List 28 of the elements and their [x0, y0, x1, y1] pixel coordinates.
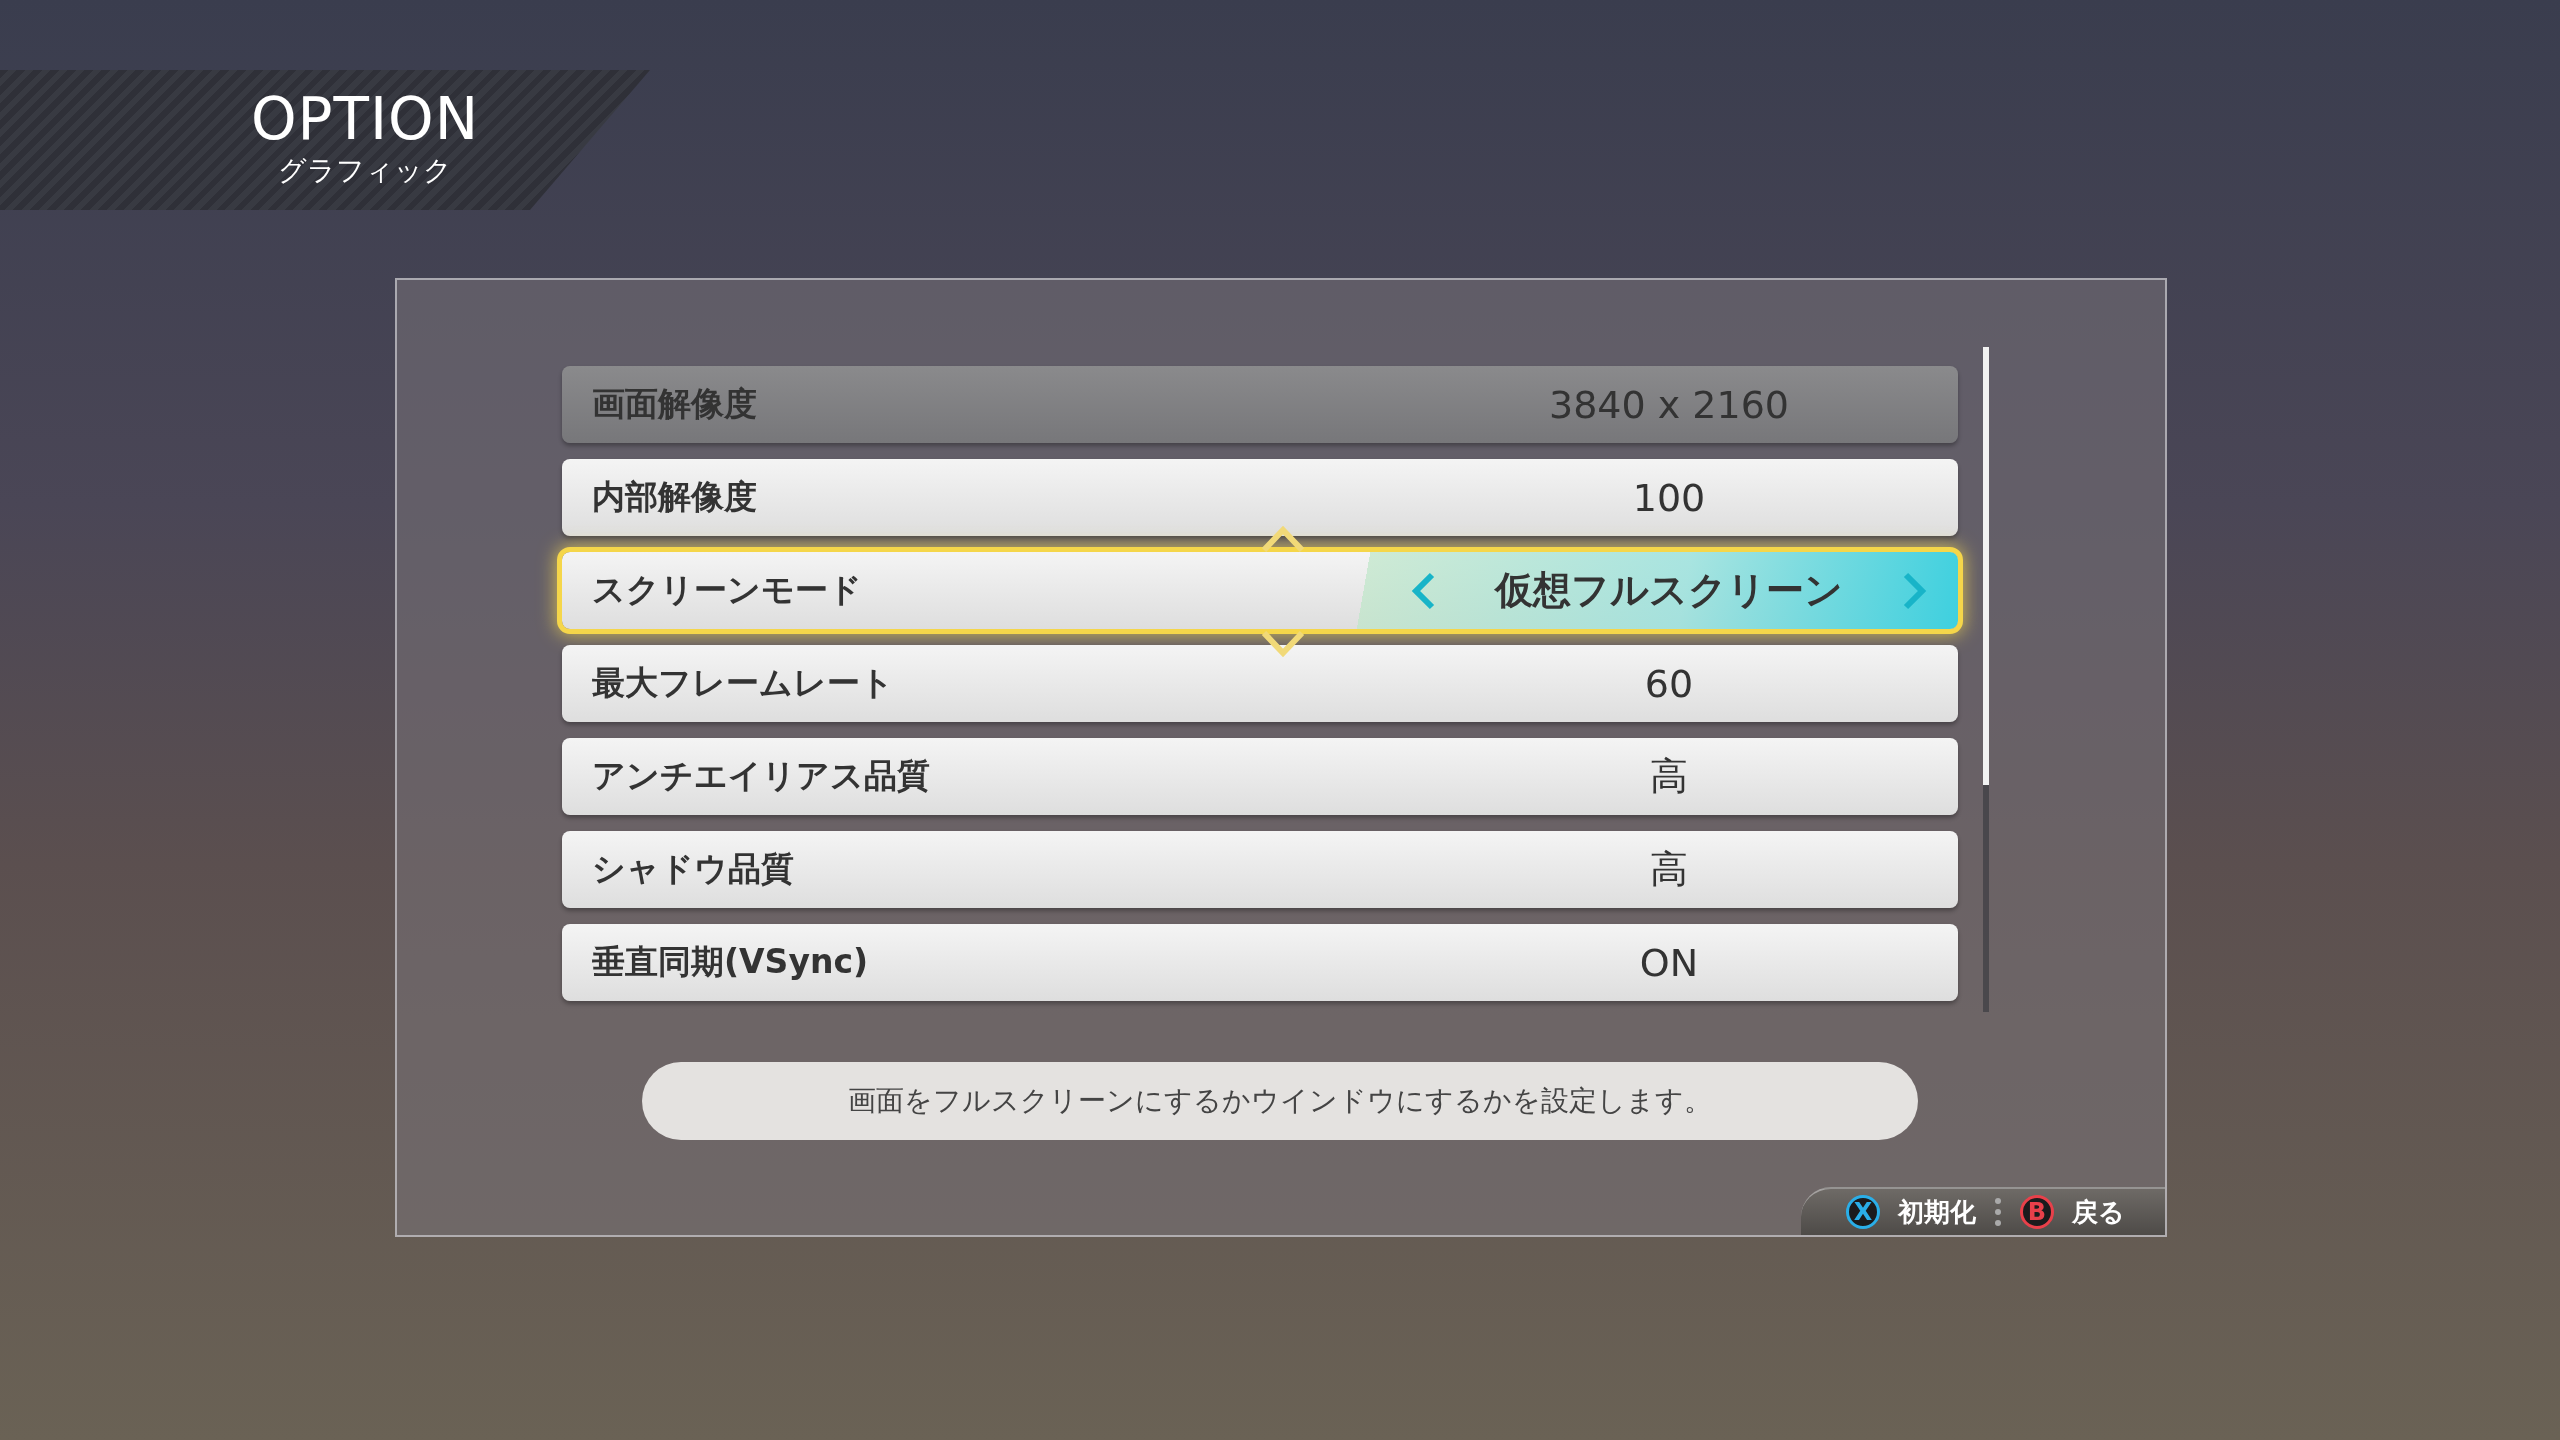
setting-row[interactable]: シャドウ品質 高: [562, 831, 1958, 908]
setting-value: 仮想フルスクリーン: [1493, 567, 1844, 614]
setting-label: シャドウ品質: [591, 848, 795, 890]
setting-value: 100: [1631, 475, 1707, 520]
setting-row[interactable]: 最大フレームレート 60: [562, 645, 1958, 722]
controller-key-button[interactable]: X: [1846, 1195, 1880, 1229]
setting-label: 最大フレームレート: [591, 662, 895, 704]
setting-label: アンチエイリアス品質: [591, 755, 931, 797]
setting-label: 内部解像度: [591, 476, 758, 518]
setting-value: 60: [1643, 661, 1695, 706]
footer-label: 初期化: [1898, 1195, 1976, 1229]
page-subtitle: グラフィック: [278, 153, 452, 189]
setting-row[interactable]: 垂直同期(VSync) ON: [562, 924, 1958, 1001]
setting-label: 垂直同期(VSync): [591, 941, 870, 983]
page-title: OPTION: [250, 90, 480, 148]
separator-icon: [1994, 1197, 2002, 1227]
setting-label: スクリーンモード: [591, 569, 863, 611]
setting-row[interactable]: アンチエイリアス品質 高: [562, 738, 1958, 815]
controller-key-button[interactable]: B: [2020, 1195, 2054, 1229]
setting-value: 3840 x 2160: [1547, 382, 1791, 427]
setting-value: ON: [1638, 940, 1700, 985]
setting-label: 画面解像度: [591, 383, 758, 425]
description-text: 画面をフルスクリーンにするかウインドウにするかを設定します。: [642, 1062, 1918, 1140]
footer-label: 戻る: [2072, 1195, 2125, 1229]
setting-row[interactable]: 内部解像度 100: [562, 459, 1958, 536]
setting-value: 高: [1649, 846, 1689, 893]
setting-value: 高: [1649, 753, 1689, 800]
scrollbar-thumb[interactable]: [1983, 347, 1989, 785]
